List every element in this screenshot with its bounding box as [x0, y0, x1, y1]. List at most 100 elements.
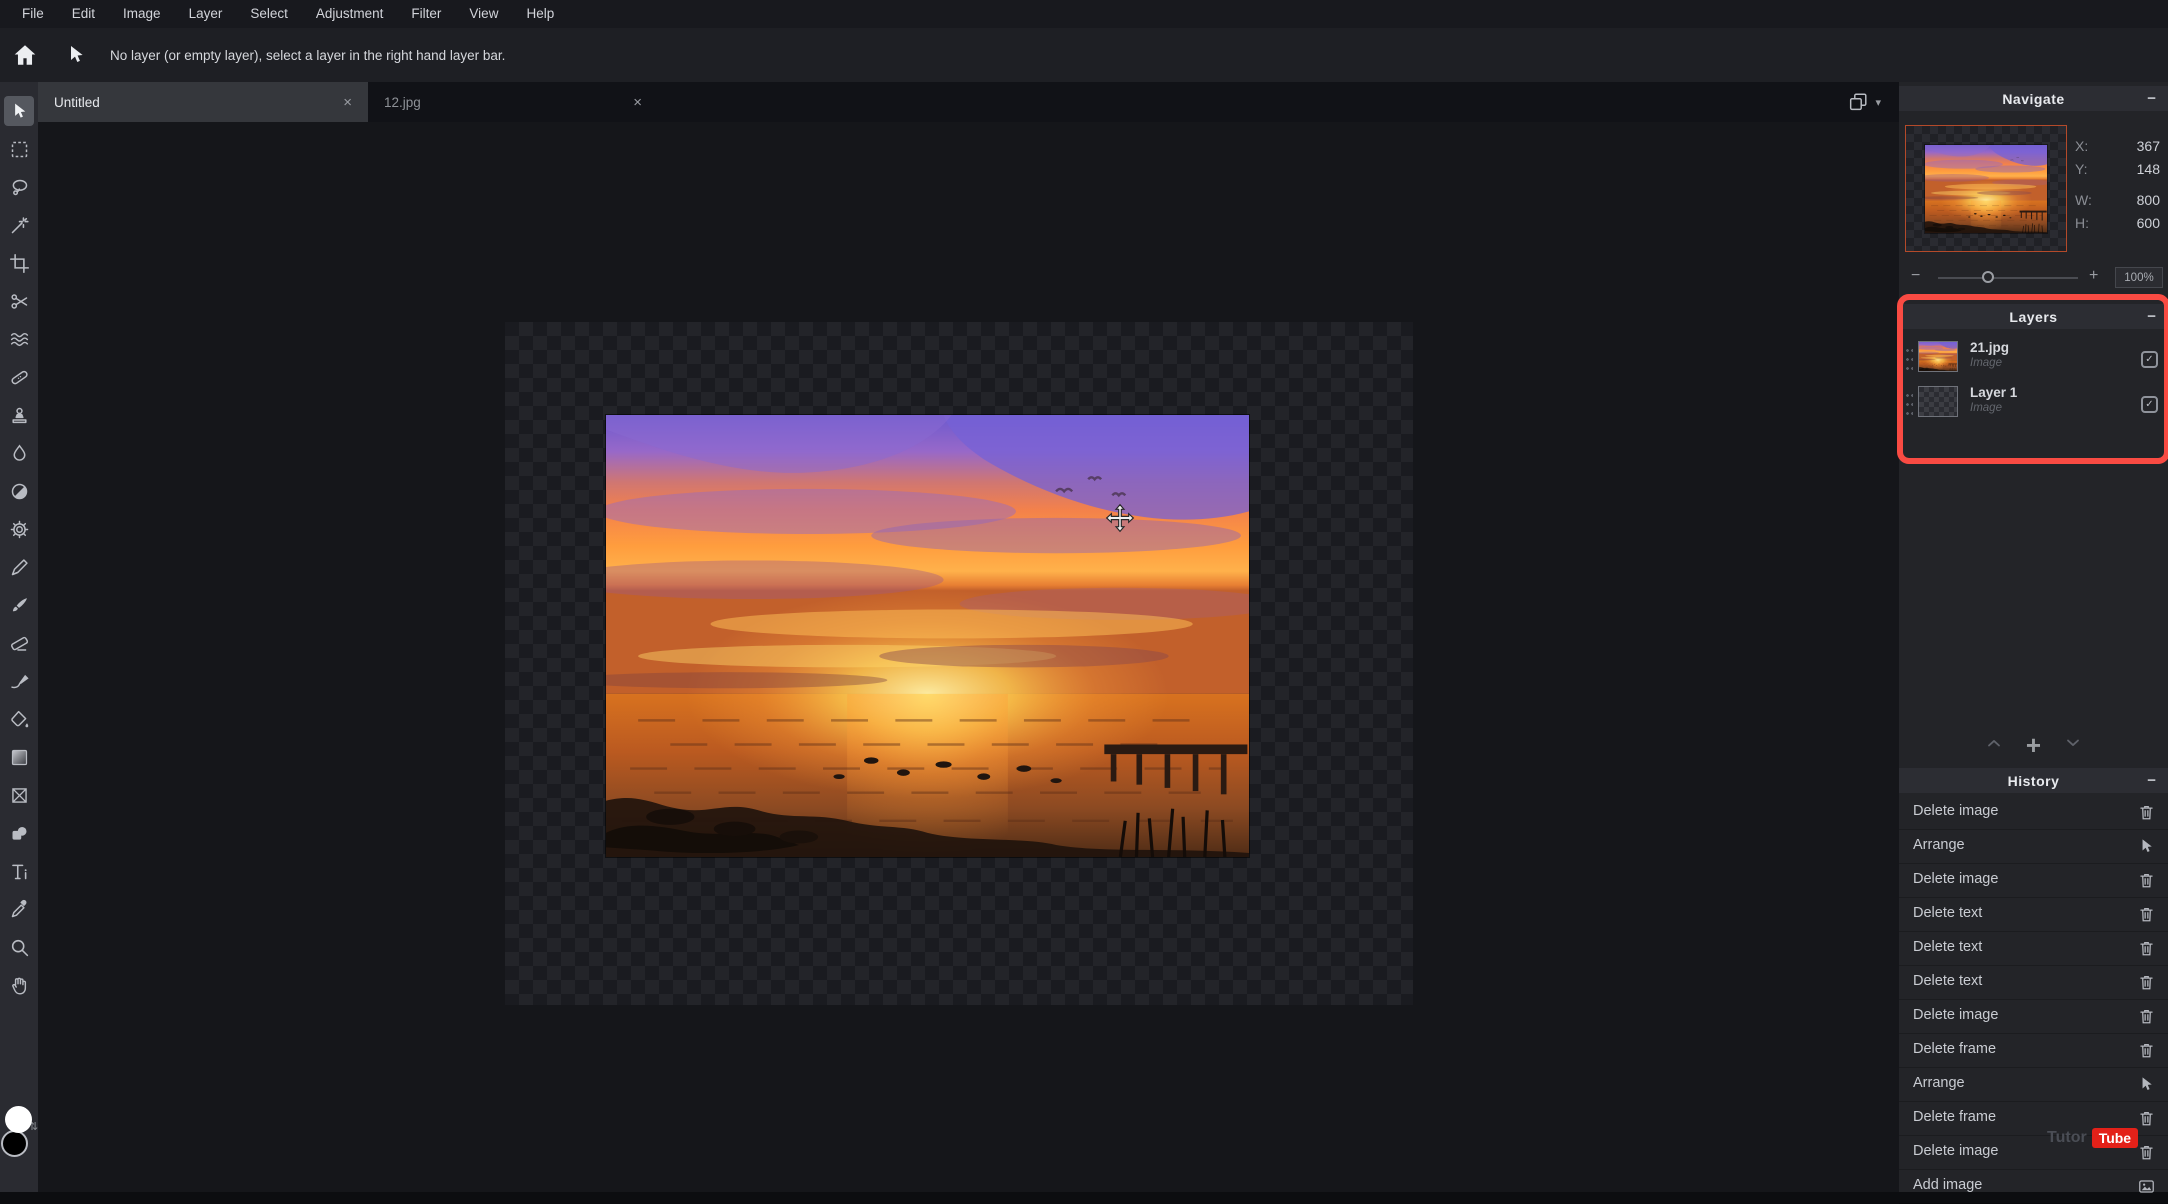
history-item-icon[interactable]	[2137, 1177, 2156, 1196]
history-item-icon[interactable]	[2137, 871, 2156, 890]
crop-tool[interactable]	[4, 248, 34, 278]
heal-tool[interactable]	[4, 362, 34, 392]
history-item-icon[interactable]	[2137, 803, 2156, 822]
history-item[interactable]: Delete image	[1899, 864, 2168, 898]
menu-item-filter[interactable]: Filter	[397, 0, 455, 28]
adjust-tool[interactable]	[4, 514, 34, 544]
history-item-label: Delete image	[1913, 1143, 1998, 1159]
history-panel-header: History −	[1899, 768, 2168, 793]
sunset-photo-layer[interactable]	[606, 415, 1249, 857]
liquify-tool[interactable]	[4, 324, 34, 354]
minimize-icon[interactable]: −	[2147, 772, 2156, 789]
ink-tool[interactable]	[4, 666, 34, 696]
draw-brush-tool[interactable]	[4, 590, 34, 620]
canvas-area[interactable]	[38, 122, 1899, 1192]
tab-close-icon[interactable]: ×	[339, 94, 356, 111]
clone-stamp-tool[interactable]	[4, 400, 34, 430]
marquee-select-tool[interactable]	[4, 134, 34, 164]
layer-name: Layer 1	[1970, 385, 2017, 400]
menu-item-view[interactable]: View	[455, 0, 512, 28]
layer-drag-handle[interactable]	[1905, 391, 1913, 417]
history-item-icon[interactable]	[2137, 973, 2156, 992]
menu-item-adjustment[interactable]: Adjustment	[302, 0, 398, 28]
layer-row-21-jpg[interactable]: 21.jpg Image ✓	[1899, 338, 2168, 383]
navigate-title: Navigate	[1899, 91, 2168, 107]
layer-thumbnail[interactable]	[1918, 386, 1958, 417]
history-item-icon[interactable]	[2137, 939, 2156, 958]
zoom-tool[interactable]	[4, 932, 34, 962]
history-item[interactable]: Arrange	[1899, 830, 2168, 864]
menu-items: FileEditImageLayerSelectAdjustmentFilter…	[0, 0, 568, 28]
toning-tool[interactable]	[4, 476, 34, 506]
history-item[interactable]: Delete text	[1899, 898, 2168, 932]
tab-bar-controls: ▾	[1847, 82, 1881, 122]
history-item[interactable]: Delete image	[1899, 1000, 2168, 1034]
layer-visibility-checkbox[interactable]: ✓	[2141, 351, 2158, 368]
tab-12-jpg[interactable]: 12.jpg ×	[368, 82, 658, 122]
menu-item-image[interactable]: Image	[109, 0, 175, 28]
history-item-icon[interactable]	[2137, 1075, 2156, 1094]
lasso-select-tool[interactable]	[4, 172, 34, 202]
history-item[interactable]: Delete image	[1899, 796, 2168, 830]
layer-thumbnail[interactable]	[1918, 341, 1958, 372]
zoom-in-button[interactable]: +	[2089, 267, 2098, 285]
history-item-icon[interactable]	[2137, 1007, 2156, 1026]
h-value: 600	[2137, 215, 2160, 231]
zoom-slider-knob[interactable]	[1982, 271, 1994, 283]
background-color-swatch[interactable]	[1, 1130, 28, 1157]
history-item-icon[interactable]	[2137, 905, 2156, 924]
menu-bar: FileEditImageLayerSelectAdjustmentFilter…	[0, 0, 2168, 28]
color-picker-tool[interactable]	[4, 894, 34, 924]
history-item[interactable]: Add image	[1899, 1170, 2168, 1204]
layer-row-layer-1[interactable]: Layer 1 Image ✓	[1899, 383, 2168, 428]
watermark-text: Tutor	[2047, 1129, 2087, 1147]
menu-item-help[interactable]: Help	[512, 0, 568, 28]
window-layout-icon[interactable]	[1847, 91, 1869, 113]
hand-tool[interactable]	[4, 970, 34, 1000]
layer-controls: +	[1899, 730, 2168, 760]
minimize-icon[interactable]: −	[2147, 90, 2156, 107]
history-item[interactable]: Delete frame	[1899, 1034, 2168, 1068]
cutout-tool[interactable]	[4, 286, 34, 316]
history-item-icon[interactable]	[2137, 837, 2156, 856]
shape-tool[interactable]	[4, 818, 34, 848]
arrange-tool[interactable]	[4, 96, 34, 126]
fill-tool[interactable]	[4, 704, 34, 734]
home-icon[interactable]	[12, 42, 38, 68]
history-item[interactable]: Delete text	[1899, 932, 2168, 966]
gradient-tool[interactable]	[4, 742, 34, 772]
minimize-icon[interactable]: −	[2147, 308, 2156, 325]
tab-untitled[interactable]: Untitled ×	[38, 82, 368, 122]
zoom-value[interactable]: 100%	[2115, 267, 2163, 288]
add-layer-button[interactable]: +	[2026, 735, 2041, 755]
w-value: 800	[2137, 192, 2160, 208]
frame-tool[interactable]	[4, 780, 34, 810]
zoom-slider-track[interactable]	[1938, 277, 2078, 279]
menu-item-edit[interactable]: Edit	[58, 0, 109, 28]
history-item[interactable]: Arrange	[1899, 1068, 2168, 1102]
menu-item-file[interactable]: File	[8, 0, 58, 28]
h-label: H:	[2075, 215, 2089, 231]
text-tool[interactable]	[4, 856, 34, 886]
history-item[interactable]: Delete text	[1899, 966, 2168, 1000]
navigate-thumbnail[interactable]	[1905, 125, 2067, 252]
pen-tool[interactable]	[4, 552, 34, 582]
layer-visibility-checkbox[interactable]: ✓	[2141, 396, 2158, 413]
history-item-icon[interactable]	[2137, 1109, 2156, 1128]
detail-blur-tool[interactable]	[4, 438, 34, 468]
history-item-icon[interactable]	[2137, 1041, 2156, 1060]
menu-item-select[interactable]: Select	[236, 0, 302, 28]
foreground-color-swatch[interactable]	[5, 1106, 32, 1133]
history-item-icon[interactable]	[2137, 1143, 2156, 1162]
move-layer-down-button[interactable]	[2063, 733, 2083, 758]
move-layer-up-button[interactable]	[1984, 733, 2004, 758]
history-item-label: Add image	[1913, 1177, 1982, 1193]
caret-down-icon[interactable]: ▾	[1875, 96, 1881, 109]
eraser-tool[interactable]	[4, 628, 34, 658]
history-item-label: Arrange	[1913, 837, 1965, 853]
magic-wand-tool[interactable]	[4, 210, 34, 240]
layer-drag-handle[interactable]	[1905, 346, 1913, 372]
menu-item-layer[interactable]: Layer	[175, 0, 237, 28]
tab-close-icon[interactable]: ×	[629, 94, 646, 111]
zoom-out-button[interactable]: −	[1911, 267, 1920, 285]
